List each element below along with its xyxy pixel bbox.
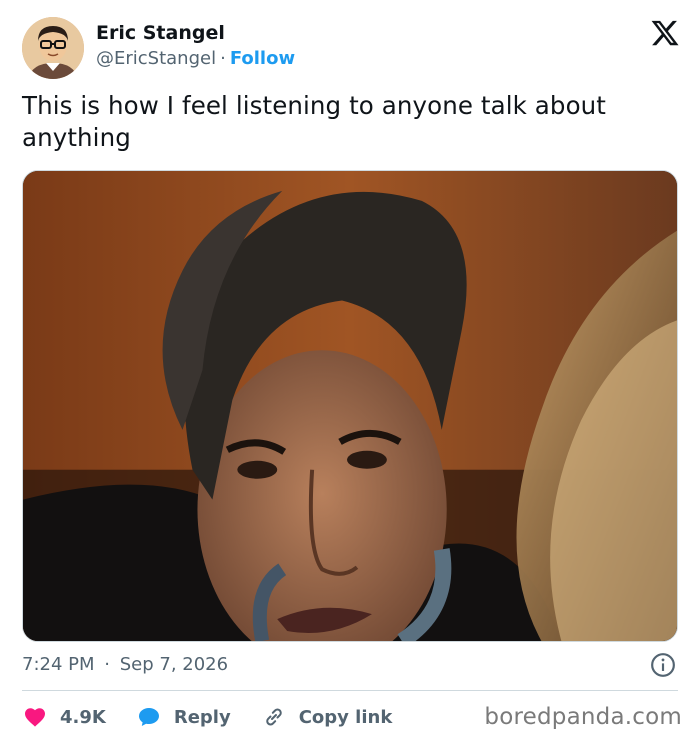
heart-icon (22, 704, 48, 730)
tweet-time: 7:24 PM (22, 654, 95, 675)
link-icon (261, 704, 287, 730)
tweet-date: Sep 7, 2026 (119, 654, 229, 675)
divider (22, 690, 678, 691)
tweet-photo[interactable] (22, 170, 678, 642)
author-name[interactable]: Eric Stangel (96, 22, 225, 44)
watermark: boredpanda.com (484, 704, 682, 730)
x-logo-icon[interactable] (650, 18, 680, 48)
like-count: 4.9K (60, 706, 106, 728)
reply-label: Reply (173, 706, 231, 728)
tweet-card: Eric Stangel @EricStangel · Follow This is… (0, 0, 700, 745)
tweet-text: This is how I feel listening to anyone t… (22, 91, 606, 152)
follow-button[interactable]: Follow (230, 48, 295, 69)
like-button[interactable]: 4.9K (22, 704, 106, 730)
tweet-actions: 4.9K Reply Copy link (22, 700, 422, 734)
tweet-timestamp[interactable]: 7:24 PM · Sep 7, 2026 (22, 654, 228, 675)
handle-separator: · (220, 48, 226, 69)
avatar[interactable] (22, 17, 84, 79)
reply-button[interactable]: Reply (136, 704, 231, 730)
author-handle[interactable]: @EricStangel (96, 48, 216, 69)
copy-link-button[interactable]: Copy link (261, 704, 393, 730)
timestamp-separator: · (104, 654, 110, 675)
reply-bubble-icon (136, 704, 162, 730)
author-handle-row: @EricStangel · Follow (96, 48, 295, 69)
info-icon[interactable] (650, 652, 676, 678)
copy-link-label: Copy link (298, 706, 393, 728)
